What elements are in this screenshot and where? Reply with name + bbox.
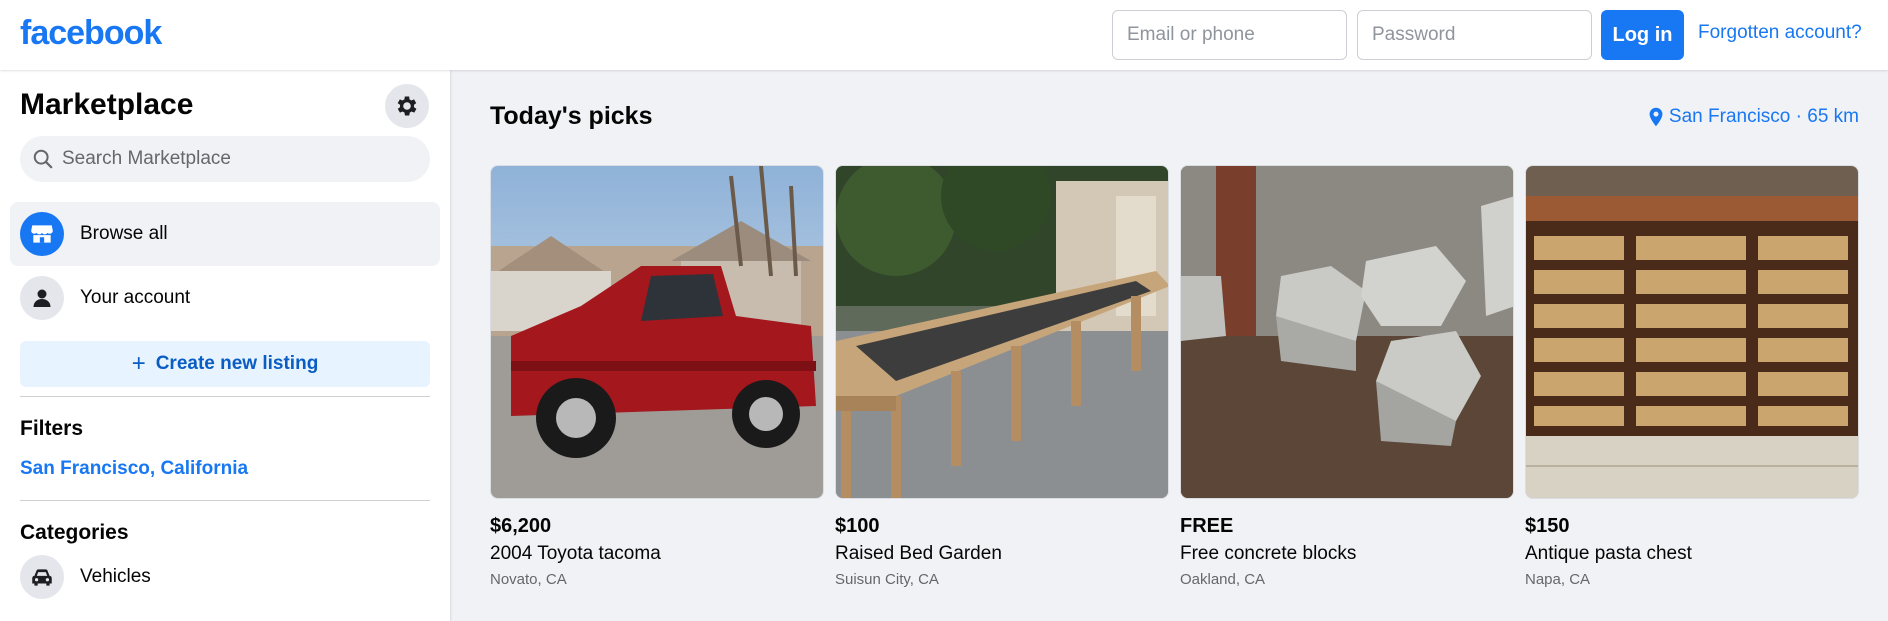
category-item-vehicles[interactable]: Vehicles xyxy=(10,545,440,609)
car-icon xyxy=(20,555,64,599)
create-listing-label: Create new listing xyxy=(155,353,319,374)
sidebar-item-label: Your account xyxy=(80,287,191,308)
listing-photo xyxy=(1525,165,1859,499)
listing-price: $150 xyxy=(1525,515,1570,537)
email-field[interactable] xyxy=(1112,10,1347,60)
filters-heading: Filters xyxy=(20,417,84,440)
marketplace-sidebar: Marketplace Browse all Your account xyxy=(0,70,450,621)
gear-icon xyxy=(397,96,417,116)
divider xyxy=(20,500,430,501)
search-icon xyxy=(33,149,53,169)
listing-title: Raised Bed Garden xyxy=(835,543,1002,564)
listing-photo xyxy=(1180,165,1514,499)
listing-price: $100 xyxy=(835,515,880,537)
location-pin-icon xyxy=(1649,107,1663,127)
sidebar-item-label: Browse all xyxy=(80,223,168,244)
listing-card[interactable]: $150 Antique pasta chest Napa, CA xyxy=(1525,165,1859,588)
login-button[interactable]: Log in xyxy=(1601,10,1684,60)
listing-card[interactable]: FREE Free concrete blocks Oakland, CA xyxy=(1180,165,1514,588)
listing-photo xyxy=(835,165,1169,499)
sidebar-title: Marketplace xyxy=(20,88,194,121)
location-filter-link[interactable]: San Francisco, California xyxy=(20,458,248,480)
listing-location: Oakland, CA xyxy=(1180,571,1266,588)
categories-heading: Categories xyxy=(20,521,129,544)
top-bar: facebook Log in Forgotten account? xyxy=(0,0,1888,70)
listing-price: $6,200 xyxy=(490,515,552,537)
create-listing-button[interactable]: + Create new listing xyxy=(20,341,430,387)
location-label: San Francisco · 65 km xyxy=(1668,106,1859,127)
listing-price: FREE xyxy=(1180,515,1234,537)
main-content: Today's picks San Francisco · 65 km $6,2… xyxy=(450,70,1888,621)
listing-title: Antique pasta chest xyxy=(1525,543,1692,564)
listing-location: Napa, CA xyxy=(1525,571,1591,588)
listing-title: Free concrete blocks xyxy=(1180,543,1357,564)
plus-icon: + xyxy=(131,350,146,377)
divider xyxy=(20,396,430,397)
listing-location: Novato, CA xyxy=(490,571,567,588)
listing-card[interactable]: $100 Raised Bed Garden Suisun City, CA xyxy=(835,165,1169,588)
location-selector[interactable]: San Francisco · 65 km xyxy=(1647,106,1859,128)
forgot-account-link[interactable]: Forgotten account? xyxy=(1698,22,1862,44)
category-label: Vehicles xyxy=(80,566,151,587)
listing-photo xyxy=(490,165,824,499)
password-field[interactable] xyxy=(1357,10,1592,60)
settings-button[interactable] xyxy=(385,84,429,128)
search-input[interactable] xyxy=(62,148,412,170)
marketplace-search[interactable] xyxy=(20,136,430,182)
listing-card[interactable]: $6,200 2004 Toyota tacoma Novato, CA xyxy=(490,165,824,588)
section-title: Today's picks xyxy=(490,102,653,130)
facebook-logo[interactable]: facebook xyxy=(20,14,162,53)
listing-title: 2004 Toyota tacoma xyxy=(490,543,661,564)
sidebar-item-your-account[interactable]: Your account xyxy=(10,266,440,330)
listing-location: Suisun City, CA xyxy=(835,571,939,588)
sidebar-item-browse-all[interactable]: Browse all xyxy=(10,202,440,266)
storefront-icon xyxy=(20,212,64,256)
person-icon xyxy=(20,276,64,320)
